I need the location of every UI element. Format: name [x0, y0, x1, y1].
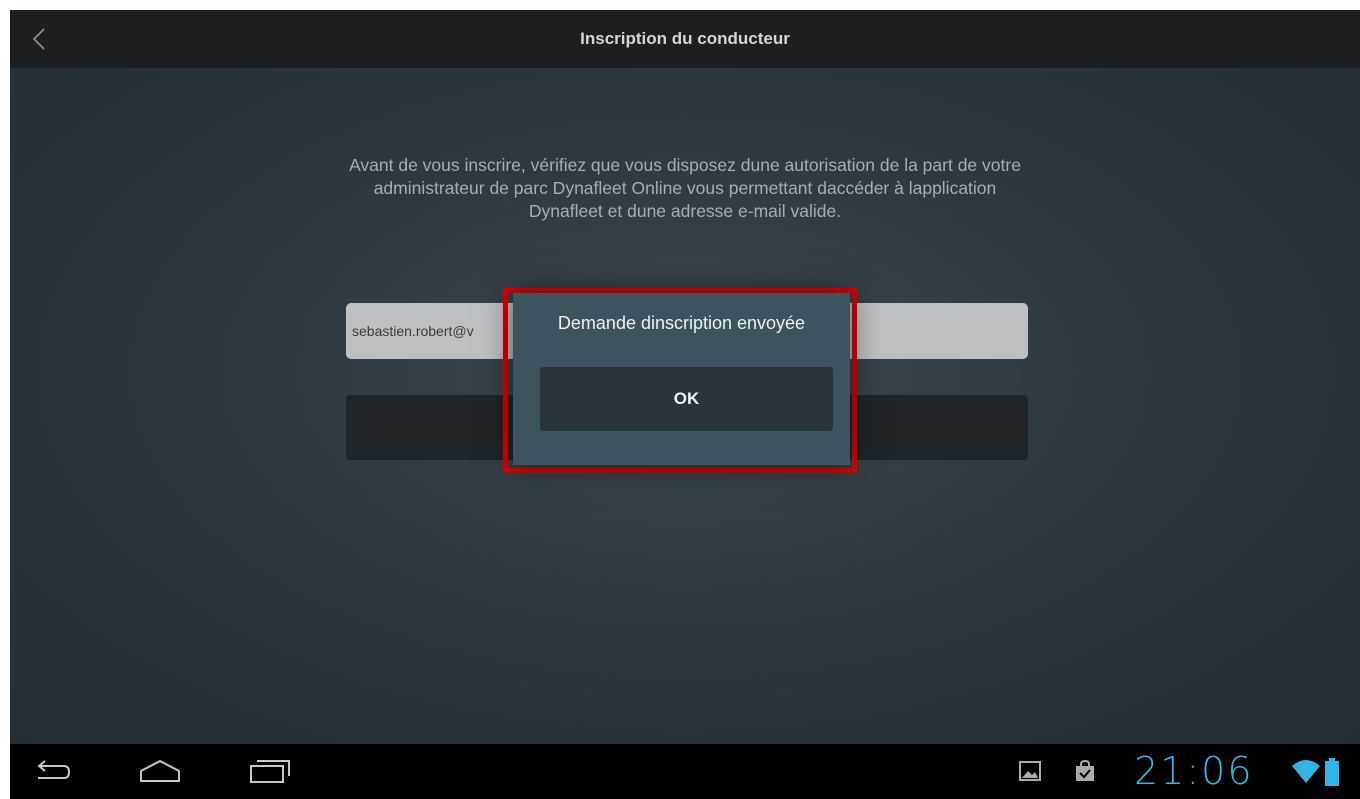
confirmation-dialog: Demande dinscription envoyée OK	[513, 293, 850, 465]
market-notification[interactable]	[1074, 759, 1096, 787]
home-icon	[140, 759, 180, 782]
gallery-notification[interactable]	[1018, 760, 1042, 787]
dialog-message: Demande dinscription envoyée	[557, 313, 806, 333]
main-content: Avant de vous inscrire, vérifiez que vou…	[10, 68, 1360, 744]
gallery-notification-icon	[1019, 761, 1041, 781]
ok-button[interactable]: OK	[540, 367, 833, 431]
back-icon	[37, 760, 71, 779]
action-bar: Inscription du conducteur	[10, 10, 1360, 69]
nav-back-button[interactable]	[34, 758, 72, 789]
shopping-bag-check-icon	[1076, 759, 1094, 781]
nav-recent-apps-button[interactable]	[248, 758, 292, 789]
battery-status	[1325, 758, 1339, 791]
recent-apps-icon	[250, 760, 290, 783]
battery-icon	[1325, 758, 1339, 786]
status-clock: 21:06	[1134, 749, 1254, 793]
info-text: Avant de vous inscrire, vérifiez que vou…	[349, 155, 1021, 221]
tablet-screen: Inscription du conducteur Avant de vous …	[10, 10, 1360, 799]
wifi-status	[1291, 758, 1321, 789]
page-title: Inscription du conducteur	[580, 29, 790, 48]
nav-home-button[interactable]	[138, 758, 182, 789]
system-nav-bar: 21:06	[10, 744, 1360, 799]
wifi-icon	[1292, 760, 1320, 783]
